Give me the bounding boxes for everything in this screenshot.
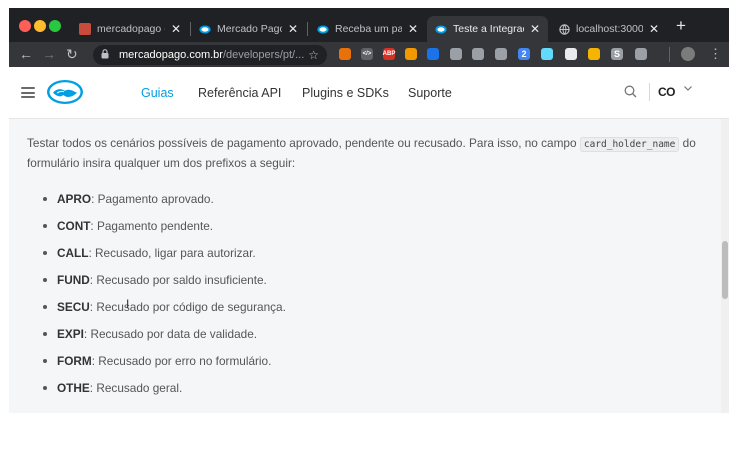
extension-5-icon[interactable] <box>427 48 439 60</box>
mercado-pago-favicon-icon <box>317 23 329 35</box>
close-tab-icon[interactable]: ✕ <box>408 22 418 36</box>
page-scrollbar[interactable] <box>721 119 729 413</box>
list-item: CONT: Pagamento pendente. <box>43 218 286 245</box>
extension-14-icon[interactable] <box>635 48 647 60</box>
close-window-button[interactable] <box>19 20 31 32</box>
prefix-code: FORM <box>57 354 92 368</box>
language-selector[interactable]: CO <box>658 85 676 99</box>
list-item: SECU: Recusado por código de segurança. <box>43 299 286 326</box>
tab-localhost[interactable]: localhost:3000/n ✕ <box>550 16 667 42</box>
close-tab-icon[interactable]: ✕ <box>530 22 540 36</box>
prefix-description: : Pagamento aprovado. <box>91 192 214 206</box>
toolbar-divider <box>669 47 670 62</box>
main-content: Testar todos os cenários possíveis de pa… <box>9 119 721 413</box>
lock-icon <box>101 49 113 61</box>
close-tab-icon[interactable]: ✕ <box>171 22 181 36</box>
chevron-down-icon[interactable] <box>683 83 693 96</box>
prefix-code: APRO <box>57 192 92 206</box>
nav-referencia-api[interactable]: Referência API <box>198 86 281 100</box>
prefix-description: : Recusado geral. <box>89 381 183 395</box>
scrollbar-thumb[interactable] <box>722 241 728 299</box>
prefix-description: : Recusado por código de segurança. <box>89 300 286 314</box>
minimize-window-button[interactable] <box>34 20 46 32</box>
mercado-pago-favicon-icon <box>435 23 447 35</box>
search-icon[interactable] <box>624 85 638 99</box>
extension-9-icon[interactable]: 2 <box>518 48 530 60</box>
extension-2-icon[interactable]: </> <box>361 48 373 60</box>
extension-10-icon[interactable] <box>541 48 553 60</box>
prefix-code: SECU <box>57 300 90 314</box>
nav-guias[interactable]: Guias <box>141 86 174 100</box>
prefix-description: : Recusado por erro no formulário. <box>91 354 272 368</box>
prefix-description: : Recusado por data de validade. <box>83 327 258 341</box>
list-item: APRO: Pagamento aprovado. <box>43 191 286 218</box>
intro-text: Testar todos os cenários possíveis de pa… <box>27 136 580 150</box>
inline-code: card_holder_name <box>579 137 680 152</box>
prefix-code: FUND <box>57 273 90 287</box>
list-item: OTHE: Recusado geral. <box>43 380 286 407</box>
list-item: FUND: Recusado por saldo insuficiente. <box>43 272 286 299</box>
extension-6-icon[interactable] <box>450 48 462 60</box>
favicon-icon <box>79 23 91 35</box>
tab-mercadopago-search[interactable]: mercadopago - n ✕ <box>71 16 189 42</box>
address-path: /developers/pt/... <box>222 49 305 61</box>
list-item: CALL: Recusado, ligar para autorizar. <box>43 245 286 272</box>
mercado-pago-favicon-icon <box>199 23 211 35</box>
list-item: EXPI: Recusado por data de validade. <box>43 326 286 353</box>
extension-7-icon[interactable] <box>472 48 484 60</box>
intro-paragraph: Testar todos os cenários possíveis de pa… <box>27 134 717 172</box>
tab-teste-a-integracao[interactable]: Teste a Integração ✕ <box>427 16 548 42</box>
tab-title: Receba um paga <box>335 23 402 35</box>
prefix-description: : Pagamento pendente. <box>90 219 214 233</box>
tab-mercado-pago[interactable]: Mercado Pago - C ✕ <box>191 16 306 42</box>
extension-1-icon[interactable] <box>339 48 351 60</box>
hamburger-menu-icon[interactable] <box>21 87 35 98</box>
prefix-description: : Recusado, ligar para autorizar. <box>88 246 256 260</box>
extension-13-icon[interactable]: S <box>611 48 623 60</box>
tab-title: Mercado Pago - C <box>217 23 282 35</box>
back-arrow-icon[interactable]: ← <box>19 45 33 63</box>
close-tab-icon[interactable]: ✕ <box>649 22 659 36</box>
prefix-code: CONT <box>57 219 91 233</box>
extension-4-icon[interactable] <box>405 48 417 60</box>
text-cursor-icon: I <box>126 297 130 311</box>
address-host: mercadopago.com.br <box>119 49 223 61</box>
close-tab-icon[interactable]: ✕ <box>288 22 298 36</box>
tab-strip: mercadopago - n ✕ Mercado Pago - C ✕ Rec… <box>9 8 729 42</box>
forward-arrow-icon[interactable]: → <box>42 45 56 63</box>
tab-separator <box>307 22 308 36</box>
globe-icon <box>558 23 570 35</box>
prefix-code: CALL <box>57 246 89 260</box>
address-bar[interactable]: mercadopago.com.br /developers/pt/... ☆ <box>93 45 327 65</box>
tab-receba-um-pagamento[interactable]: Receba um paga ✕ <box>309 16 426 42</box>
extension-11-icon[interactable] <box>565 48 577 60</box>
header-divider <box>649 83 650 101</box>
reload-icon[interactable]: ↻ <box>66 45 78 63</box>
nav-suporte[interactable]: Suporte <box>408 86 452 100</box>
extension-12-icon[interactable] <box>588 48 600 60</box>
prefix-description: : Recusado por saldo insuficiente. <box>89 273 267 287</box>
prefix-code: OTHE <box>57 381 90 395</box>
tab-title: localhost:3000/n <box>576 23 643 35</box>
prefix-code: EXPI <box>57 327 84 341</box>
extension-3-icon[interactable]: ABP <box>383 48 395 60</box>
bookmark-star-icon[interactable]: ☆ <box>308 48 319 62</box>
browser-menu-icon[interactable]: ⋮ <box>709 45 722 63</box>
nav-plugins-e-sdks[interactable]: Plugins e SDKs <box>302 86 389 100</box>
extension-8-icon[interactable] <box>495 48 507 60</box>
mercado-pago-logo[interactable] <box>46 79 84 110</box>
maximize-window-button[interactable] <box>49 20 61 32</box>
list-item: FORM: Recusado por erro no formulário. <box>43 353 286 380</box>
prefix-list: APRO: Pagamento aprovado. CONT: Pagament… <box>43 191 286 407</box>
tab-title: mercadopago - n <box>97 23 165 35</box>
browser-window: mercadopago - n ✕ Mercado Pago - C ✕ Rec… <box>9 8 729 413</box>
browser-toolbar: ← → ↻ mercadopago.com.br /developers/pt/… <box>9 42 729 67</box>
site-header: Guias Referência API Plugins e SDKs Supo… <box>9 67 729 119</box>
profile-avatar-icon[interactable] <box>681 47 695 61</box>
tab-title: Teste a Integração <box>453 23 524 35</box>
new-tab-button[interactable]: + <box>676 17 686 34</box>
